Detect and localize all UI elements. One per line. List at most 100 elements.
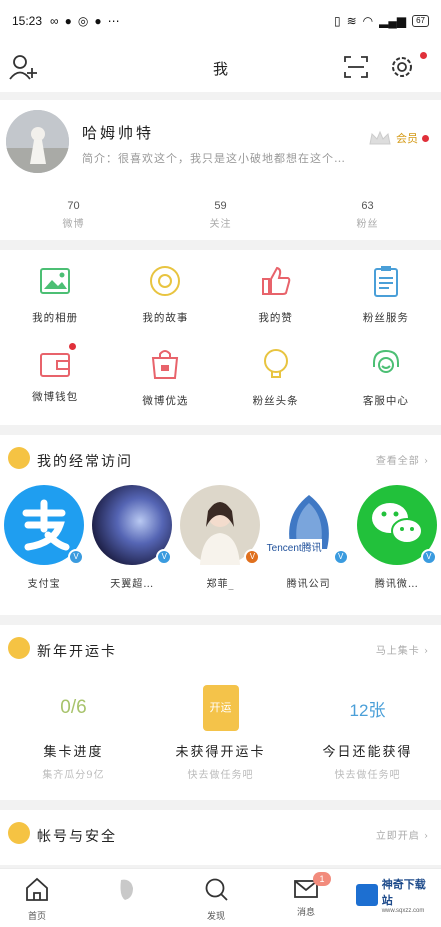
grid-item-album[interactable]: 我的相册	[0, 264, 110, 325]
card-progress-sub: 集齐瓜分9亿	[42, 770, 105, 781]
profile-stats: 70 微博 59 关注 63 粉丝	[0, 200, 441, 230]
messages-icon-wrap: 1	[293, 872, 331, 902]
security-header[interactable]: 帐号与安全 立即开启 ›	[0, 810, 441, 856]
cards-today-sub: 快去做任务吧	[334, 770, 401, 781]
security-card[interactable]: 帐号与安全 立即开启 ›	[0, 810, 441, 865]
app-notification-icon: ●	[64, 14, 72, 28]
messages-badge: 1	[313, 872, 331, 886]
feature-grid: 我的相册 我的故事 我的赞 粉丝服务 微博钱包 微博优选 粉丝头条 客服中心	[0, 264, 441, 408]
headset-icon	[372, 349, 399, 373]
more-dots-icon: ⋯	[107, 14, 120, 28]
vip-notification-dot	[422, 134, 429, 142]
crown-icon	[369, 130, 391, 145]
lucky-card-text: 开运	[202, 685, 239, 731]
tencent-wordmark: Tencent腾讯	[266, 539, 322, 554]
stat-followers-count: 63	[361, 200, 374, 212]
headphone-icon: ◠	[362, 14, 374, 28]
visit-item-wechat[interactable]: V 腾讯微…	[356, 485, 438, 590]
card-not-obtained[interactable]: 开运 未获得开运卡 快去做任务吧	[161, 683, 281, 781]
watermark-url: www.sqxzz.com	[381, 908, 425, 914]
tab-discover[interactable]: 发现	[191, 876, 241, 922]
card-progress[interactable]: 0/6 集卡进度 集齐瓜分9亿	[14, 683, 134, 781]
zhengfei-avatar: V	[180, 485, 261, 565]
view-all-label: 查看全部	[375, 456, 420, 467]
collect-cards-link[interactable]: 马上集卡 ›	[376, 642, 429, 657]
site-watermark: 神奇下载站 www.sqxzz.com	[356, 876, 436, 914]
infinity-icon: ∞	[50, 14, 59, 28]
wifi-icon: ≋	[346, 14, 357, 28]
visit-item-label: 腾讯微…	[374, 579, 419, 590]
profile-username: 哈姆帅特	[82, 124, 155, 142]
scan-icon[interactable]	[344, 56, 368, 78]
lucky-card-figure: 开运	[161, 683, 281, 733]
avatar[interactable]	[6, 110, 69, 173]
grid-item-shop[interactable]: 微博优选	[110, 347, 220, 408]
stat-followers[interactable]: 63 粉丝	[294, 200, 441, 230]
newyear-title: 新年开运卡	[37, 644, 117, 660]
profile-bio: 简介：很喜欢这个，我只是这小破地都想在这个…	[82, 152, 346, 165]
alipay-logo: V	[4, 485, 85, 565]
settings-gear-icon[interactable]	[389, 54, 415, 80]
status-bar: 15:23 ∞ ● ◎ ● ⋯ ▯ ≋ ◠ ▂▄▆ 67	[0, 0, 441, 42]
view-all-link[interactable]: 查看全部 ›	[376, 452, 429, 467]
grid-item-fan-headline[interactable]: 粉丝头条	[221, 347, 331, 408]
settings-notification-dot	[420, 52, 427, 59]
newyear-header[interactable]: 新年开运卡 马上集卡 ›	[0, 625, 441, 671]
card-not-obtained-title: 未获得开运卡	[175, 745, 266, 760]
stat-weibo-count: 70	[67, 200, 80, 212]
tab-video[interactable]	[101, 876, 151, 909]
grid-item-label: 客服中心	[362, 395, 409, 407]
visit-item-tianyi[interactable]: V 天翼超…	[91, 485, 173, 590]
video-icon	[120, 879, 133, 900]
story-icon	[150, 266, 181, 296]
newyear-card: 新年开运卡 马上集卡 › 0/6 集卡进度 集齐瓜分9亿 开运 未获得开运卡 快…	[0, 625, 441, 800]
stat-following-label: 关注	[209, 219, 232, 230]
grid-item-fan-service[interactable]: 粉丝服务	[331, 264, 441, 325]
wallet-icon	[40, 353, 71, 377]
shopping-bag-icon	[152, 350, 179, 379]
visit-item-zhengfei[interactable]: V 郑菲_	[179, 485, 261, 590]
stat-following[interactable]: 59 关注	[147, 200, 294, 230]
vip-badge[interactable]: 会员	[368, 130, 429, 146]
frequent-visits-card: 我的经常访问 查看全部 › V 支付宝 V 天翼超… V 郑菲_ Tencent…	[0, 435, 441, 615]
visit-item-alipay[interactable]: V 支付宝	[3, 485, 85, 590]
stat-followers-label: 粉丝	[356, 219, 379, 230]
visit-item-label: 郑菲_	[206, 579, 235, 590]
vip-label: 会员	[396, 132, 418, 145]
grid-item-wallet[interactable]: 微博钱包	[0, 343, 110, 408]
frequent-visits-list: V 支付宝 V 天翼超… V 郑菲_ Tencent腾讯 V 腾讯公司 V 腾讯…	[0, 485, 441, 590]
wallet-notification-dot	[69, 343, 77, 350]
wechat-logo: V	[356, 485, 437, 565]
tab-label: 首页	[27, 912, 46, 922]
grid-item-likes[interactable]: 我的赞	[221, 264, 331, 325]
security-title: 帐号与安全	[37, 829, 117, 845]
enable-now-link[interactable]: 立即开启 ›	[376, 827, 429, 842]
status-time: 15:23	[12, 14, 43, 28]
watermark-name: 神奇下载站	[381, 879, 426, 907]
wallet-icon-wrap	[38, 343, 77, 381]
grid-item-label: 微博钱包	[32, 391, 79, 403]
tab-messages[interactable]: 1 消息	[281, 872, 331, 918]
grid-item-label: 粉丝头条	[252, 395, 299, 407]
watermark-text: 神奇下载站 www.sqxzz.com	[382, 876, 436, 914]
cards-today[interactable]: 12张 今日还能获得 快去做任务吧	[308, 683, 428, 782]
visit-item-tencent[interactable]: Tencent腾讯 V 腾讯公司	[266, 485, 350, 590]
weibo-notification-icon: ◎	[77, 14, 89, 28]
signal-icon: ▂▄▆	[379, 14, 407, 28]
cards-today-title: 今日还能获得	[322, 745, 413, 760]
newyear-items: 0/6 集卡进度 集齐瓜分9亿 开运 未获得开运卡 快去做任务吧 12张 今日还…	[0, 683, 441, 781]
visit-item-label: 天翼超…	[110, 579, 155, 590]
frequent-visits-header[interactable]: 我的经常访问 查看全部 ›	[0, 435, 441, 481]
tab-home[interactable]: 首页	[12, 876, 62, 922]
enable-now-label: 立即开启	[375, 831, 420, 842]
clipboard-icon	[373, 266, 398, 297]
grid-item-customer-service[interactable]: 客服中心	[331, 347, 441, 408]
visit-item-label: 腾讯公司	[286, 579, 331, 590]
feature-grid-card: 我的相册 我的故事 我的赞 粉丝服务 微博钱包 微博优选 粉丝头条 客服中心	[0, 250, 441, 425]
card-progress-title: 集卡进度	[43, 745, 104, 760]
search-icon	[205, 878, 228, 901]
grid-item-story[interactable]: 我的故事	[110, 264, 220, 325]
profile-card[interactable]: 哈姆帅特 简介：很喜欢这个，我只是这小破地都想在这个… 会员 70 微博 59 …	[0, 100, 441, 240]
stat-weibo[interactable]: 70 微博	[0, 200, 147, 230]
battery-icon: 67	[412, 15, 429, 27]
